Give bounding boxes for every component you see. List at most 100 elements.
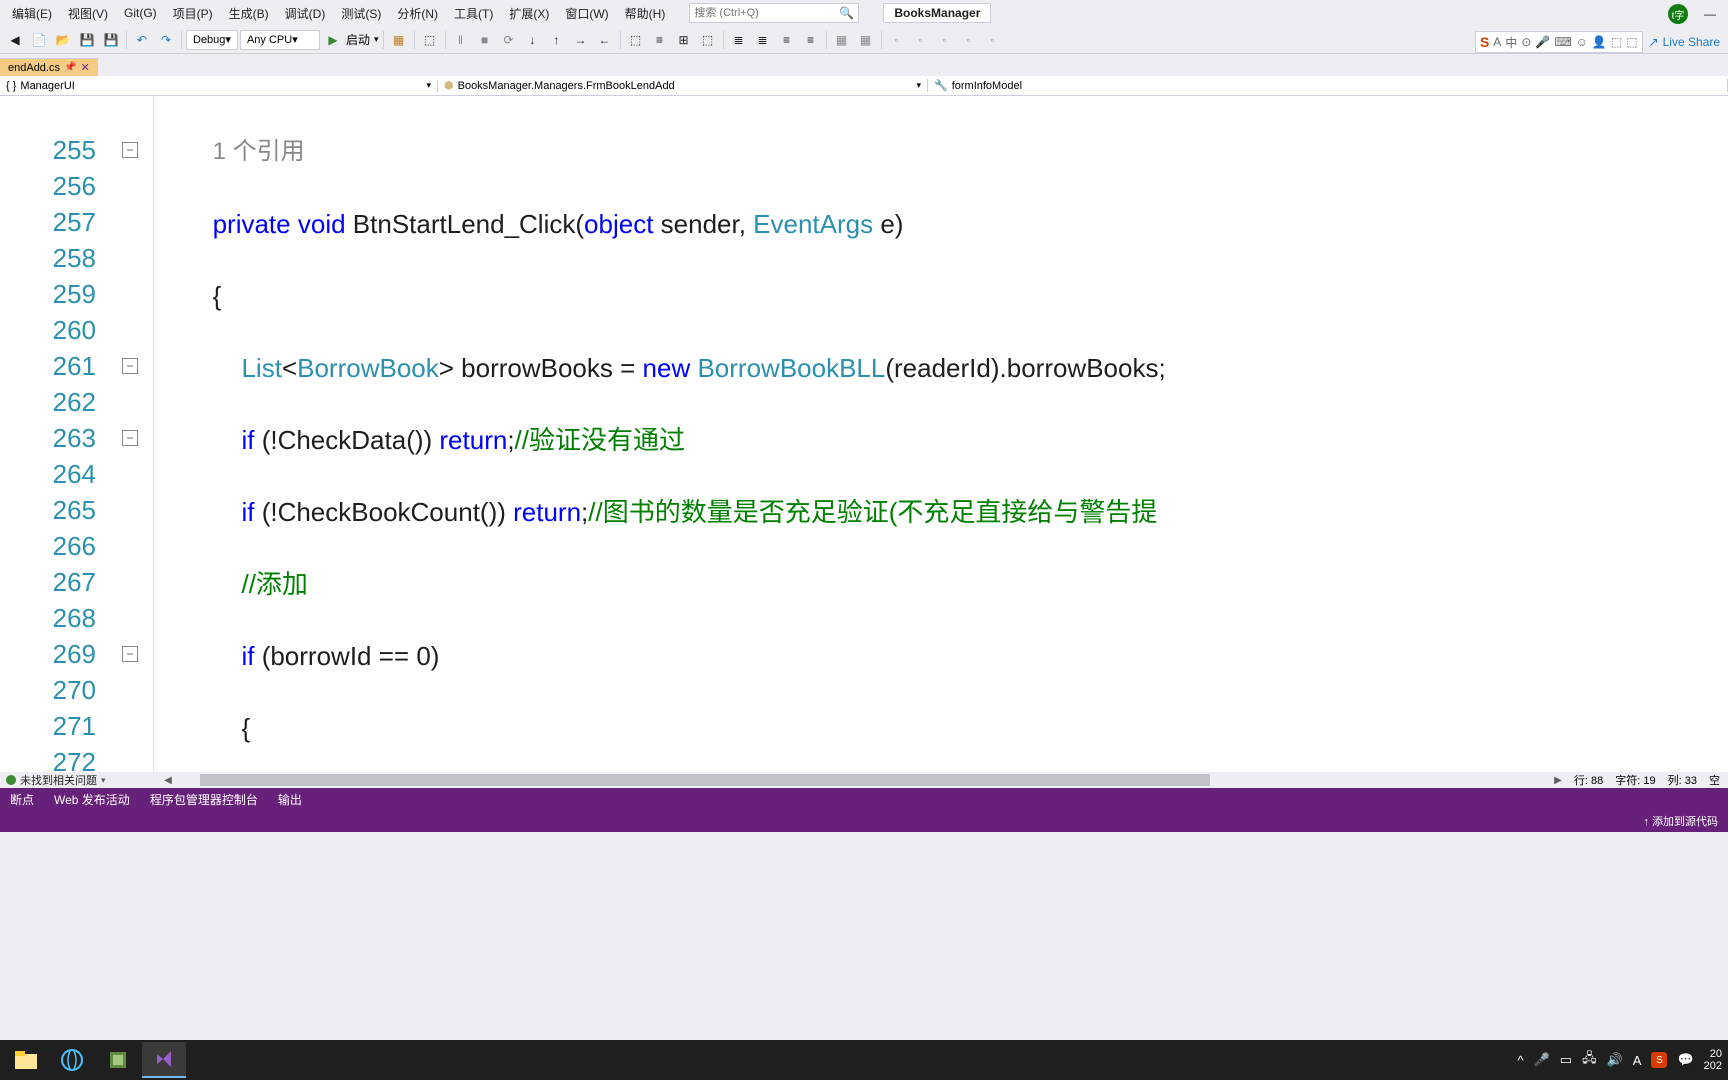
undo-button[interactable]: ↶ — [131, 29, 153, 51]
config-dropdown[interactable]: Debug ▾ — [186, 30, 238, 50]
tray-network-icon[interactable]: 🖧 — [1582, 1049, 1597, 1071]
git-add-source[interactable]: ↑ 添加到源代码 — [1643, 813, 1718, 829]
pin-icon[interactable]: 📌 — [64, 62, 76, 73]
tool-icon[interactable]: ↑ — [546, 29, 568, 51]
fold-toggle[interactable]: − — [122, 358, 138, 374]
tray-battery-icon[interactable]: ▭ — [1560, 1052, 1572, 1068]
tool-icon[interactable]: ≡ — [776, 29, 798, 51]
tool-icon[interactable]: ↓ — [522, 29, 544, 51]
issues-indicator[interactable]: 未找到相关问题 ▾ — [0, 772, 160, 788]
tray-clock[interactable]: 20 202 — [1704, 1048, 1722, 1072]
tool-icon[interactable]: ‖ — [450, 29, 472, 51]
horizontal-scrollbar[interactable]: 未找到相关问题 ▾ ◀ ▶ 行: 88 字符: 19 列: 33 空 — [0, 772, 1728, 788]
browser-icon[interactable] — [50, 1042, 94, 1078]
scroll-right-icon[interactable]: ▶ — [1550, 775, 1566, 786]
tool-icon[interactable]: ← — [594, 29, 616, 51]
tray-mic-icon[interactable]: 🎤 — [1534, 1052, 1550, 1068]
tool-icon[interactable]: ⊞ — [673, 29, 695, 51]
member-crumb[interactable]: 🔧 formInfoModel — [928, 79, 1728, 92]
file-tab-active[interactable]: endAdd.cs 📌 ✕ — [0, 58, 98, 76]
tool-icon[interactable]: → — [570, 29, 592, 51]
live-share-button[interactable]: ↗ Live Share — [1649, 35, 1720, 49]
search-box[interactable]: 🔍 — [689, 3, 859, 23]
app-name: BooksManager — [883, 3, 991, 23]
menu-window[interactable]: 窗口(W) — [557, 3, 616, 24]
fold-toggle[interactable]: − — [122, 142, 138, 158]
save-all-button[interactable]: 💾 — [100, 29, 122, 51]
code-content[interactable]: 1 个引用 private void BtnStartLend_Click(ob… — [154, 96, 1728, 772]
redo-button[interactable]: ↷ — [155, 29, 177, 51]
tool-icon[interactable]: ⬚ — [697, 29, 719, 51]
open-button[interactable]: 📂 — [52, 29, 74, 51]
tool-icon[interactable]: ≣ — [752, 29, 774, 51]
tool-icon[interactable]: ▦ — [855, 29, 877, 51]
menu-debug[interactable]: 调试(D) — [277, 3, 334, 24]
taskbar-app-icon[interactable] — [96, 1042, 140, 1078]
close-tab-icon[interactable]: ✕ — [80, 61, 89, 74]
system-tray: ^ 🎤 ▭ 🖧 🔊 A S 💬 20 202 — [1518, 1040, 1723, 1080]
menu-view[interactable]: 视图(V) — [60, 3, 116, 24]
tray-volume-icon[interactable]: 🔊 — [1607, 1052, 1623, 1068]
tool-icon[interactable]: ◦ — [886, 29, 908, 51]
tray-ime-icon[interactable]: A — [1633, 1053, 1642, 1068]
start-label[interactable]: 启动 — [346, 31, 370, 48]
platform-dropdown[interactable]: Any CPU ▾ — [240, 30, 320, 50]
tool-icon[interactable]: ⟳ — [498, 29, 520, 51]
file-explorer-icon[interactable] — [4, 1042, 48, 1078]
breadcrumb-bar: { } ManagerUI ▾ ⬢ BooksManager.Managers.… — [0, 76, 1728, 96]
start-dropdown-icon[interactable]: ▾ — [374, 34, 379, 45]
output-tab-webpublish[interactable]: Web 发布活动 — [44, 788, 140, 811]
ime-icon: ☺ — [1576, 35, 1588, 49]
save-button[interactable]: 💾 — [76, 29, 98, 51]
class-crumb[interactable]: ⬢ BooksManager.Managers.FrmBookLendAdd ▾ — [438, 79, 928, 92]
ime-panel[interactable]: S A 中 ⊙ 🎤 ⌨ ☺ 👤 ⬚ ⬚ — [1475, 31, 1643, 53]
new-file-button[interactable]: 📄 — [28, 29, 50, 51]
tray-notif-icon[interactable]: 💬 — [1677, 1052, 1693, 1068]
visual-studio-icon[interactable] — [142, 1042, 186, 1078]
tool-icon[interactable]: ⬚ — [419, 29, 441, 51]
menu-analyze[interactable]: 分析(N) — [389, 3, 446, 24]
menu-test[interactable]: 测试(S) — [333, 3, 389, 24]
search-icon[interactable]: 🔍 — [839, 6, 854, 20]
user-avatar[interactable]: t字 — [1668, 4, 1688, 24]
scroll-left-icon[interactable]: ◀ — [160, 775, 176, 786]
tool-icon[interactable]: ◦ — [934, 29, 956, 51]
tool-icon[interactable]: ▦ — [388, 29, 410, 51]
tool-icon[interactable]: ◦ — [910, 29, 932, 51]
tray-chevron-icon[interactable]: ^ — [1518, 1053, 1524, 1068]
output-tab-output[interactable]: 输出 — [268, 788, 312, 811]
fold-toggle[interactable]: − — [122, 646, 138, 662]
tool-icon[interactable]: ▦ — [831, 29, 853, 51]
menu-edit[interactable]: 编辑(E) — [4, 3, 60, 24]
output-tab-pmc[interactable]: 程序包管理器控制台 — [140, 788, 268, 811]
minimize-button[interactable]: — — [1700, 4, 1720, 24]
tool-icon[interactable]: ⬚ — [625, 29, 647, 51]
menu-build[interactable]: 生成(B) — [221, 3, 277, 24]
code-editor[interactable]: 2552562572582592602612622632642652662672… — [0, 96, 1728, 772]
tool-icon[interactable]: ◦ — [958, 29, 980, 51]
scroll-thumb[interactable] — [200, 774, 1210, 786]
status-bar: ↑ 添加到源代码 — [0, 810, 1728, 832]
namespace-crumb[interactable]: { } ManagerUI ▾ — [0, 80, 438, 92]
tool-icon[interactable]: ≡ — [649, 29, 671, 51]
start-button[interactable]: ▶ — [322, 29, 344, 51]
sogou-tray-icon[interactable]: S — [1651, 1052, 1667, 1068]
tool-icon[interactable]: ◦ — [982, 29, 1004, 51]
cursor-position: 行: 88 字符: 19 列: 33 空 — [1566, 772, 1728, 788]
fold-toggle[interactable]: − — [122, 430, 138, 446]
output-tab-breakpoints[interactable]: 断点 — [0, 788, 44, 811]
tool-icon[interactable]: ■ — [474, 29, 496, 51]
menu-bar: 编辑(E) 视图(V) Git(G) 项目(P) 生成(B) 调试(D) 测试(… — [0, 0, 1728, 26]
ime-icon: 👤 — [1592, 35, 1607, 49]
menu-help[interactable]: 帮助(H) — [617, 3, 674, 24]
separator — [126, 31, 127, 49]
menu-project[interactable]: 项目(P) — [165, 3, 221, 24]
menu-git[interactable]: Git(G) — [116, 4, 165, 22]
search-input[interactable] — [694, 7, 839, 19]
menu-tools[interactable]: 工具(T) — [446, 3, 501, 24]
tool-icon[interactable]: ≡ — [800, 29, 822, 51]
menu-extensions[interactable]: 扩展(X) — [501, 3, 557, 24]
output-panel-tabs: 断点 Web 发布活动 程序包管理器控制台 输出 — [0, 788, 1728, 810]
tool-icon[interactable]: ≣ — [728, 29, 750, 51]
nav-back-button[interactable]: ◀ — [4, 29, 26, 51]
